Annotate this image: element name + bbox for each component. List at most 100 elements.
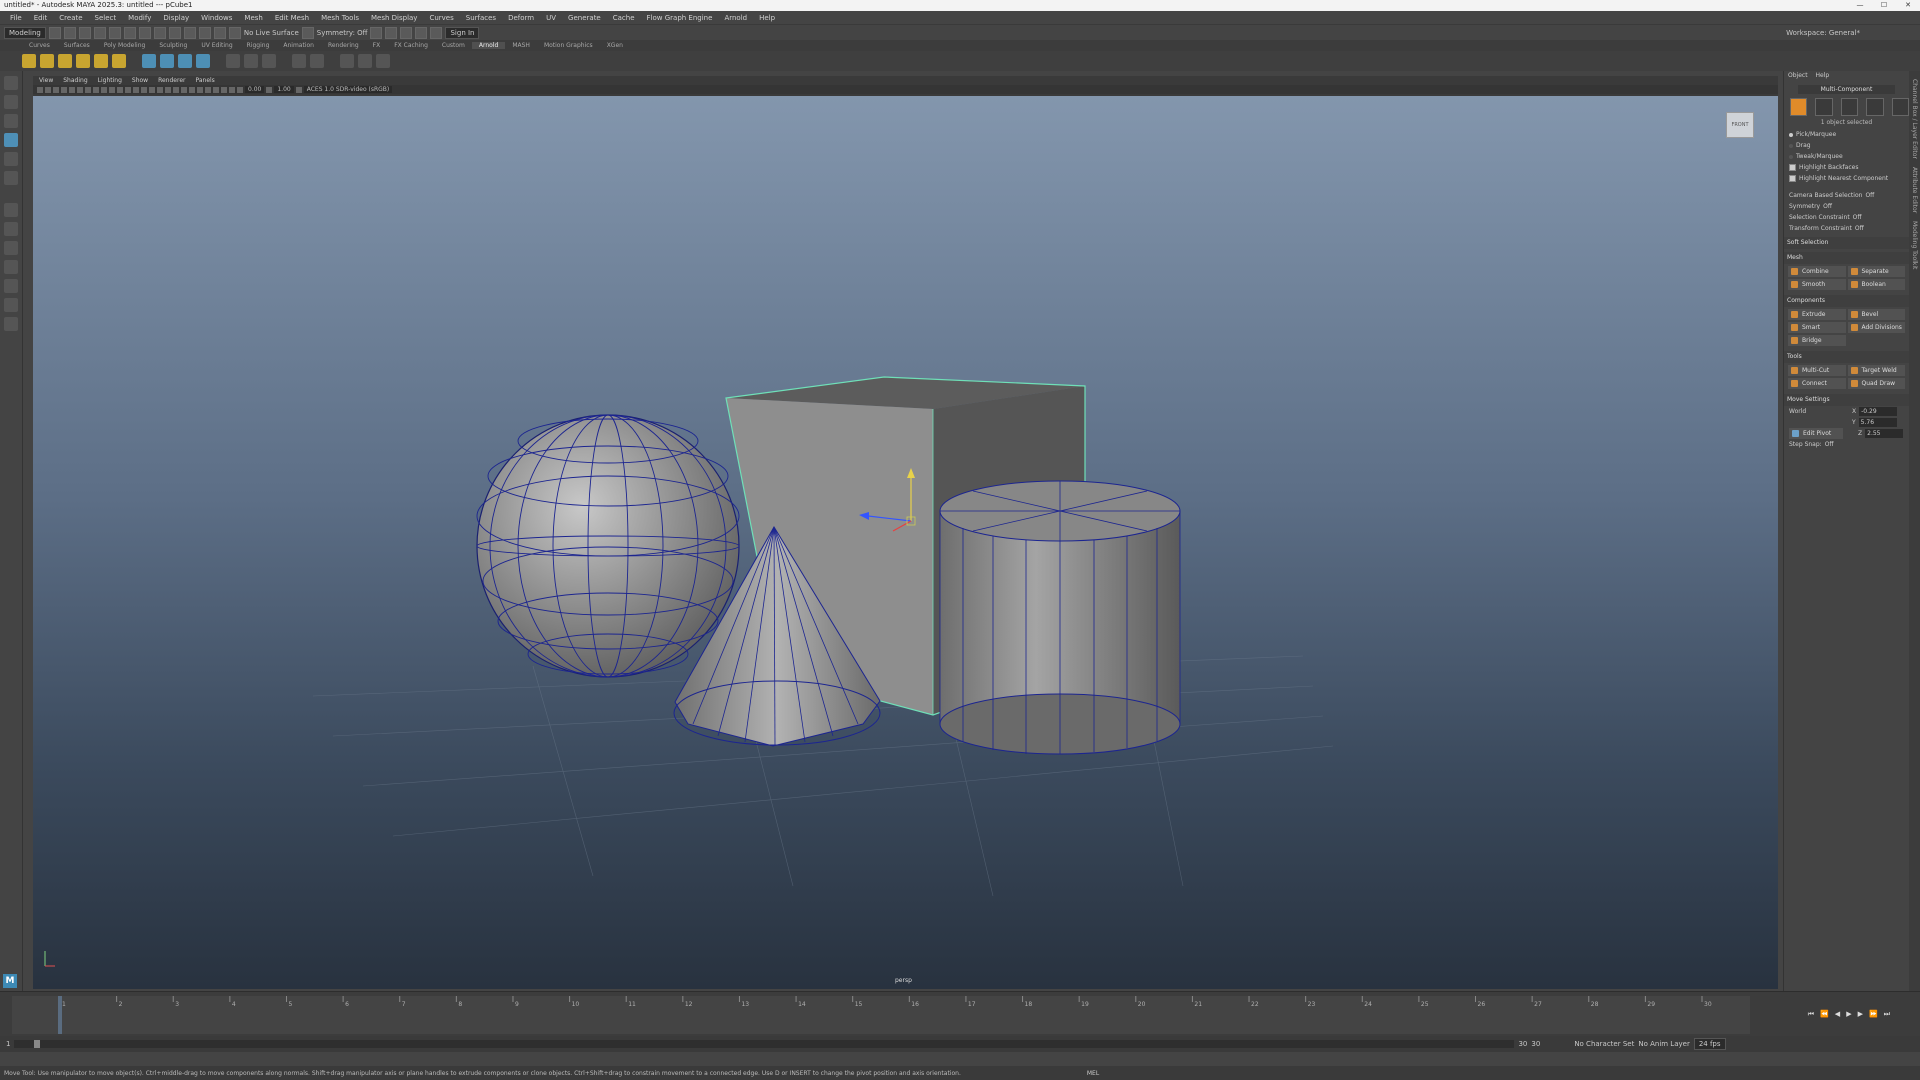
step-forward-icon[interactable]: ▶ — [1858, 1010, 1863, 1019]
menu-create[interactable]: Create — [53, 14, 88, 22]
lasso-tool-icon[interactable] — [4, 95, 18, 109]
panel-menu-renderer[interactable]: Renderer — [158, 76, 185, 85]
mesh-section[interactable]: Mesh — [1784, 252, 1909, 264]
camera-based-selection-value[interactable]: Off — [1865, 192, 1874, 199]
viewcube[interactable]: FRONT — [1726, 112, 1754, 138]
ipr-render-icon[interactable] — [385, 26, 398, 39]
bridge-button[interactable]: Bridge — [1788, 335, 1846, 346]
motion-blur-icon[interactable] — [189, 86, 195, 93]
x-field[interactable]: -0.29 — [1859, 407, 1898, 416]
sign-in-dropdown[interactable]: Sign In — [445, 26, 480, 39]
character-set-dropdown[interactable]: No Character Set — [1574, 1040, 1634, 1048]
option-drag[interactable]: Drag — [1784, 140, 1909, 151]
snap-curve-icon[interactable] — [183, 26, 196, 39]
anti-aliasing-icon[interactable] — [197, 86, 203, 93]
panel-menu-panels[interactable]: Panels — [195, 76, 214, 85]
image-plane-icon[interactable] — [61, 86, 67, 93]
select-hierarchy-icon[interactable] — [123, 26, 136, 39]
smooth-shade-icon[interactable] — [141, 86, 147, 93]
snap-point-icon[interactable] — [198, 26, 211, 39]
2d-pan-zoom-icon[interactable] — [69, 86, 75, 93]
gate-mask-icon[interactable] — [109, 86, 115, 93]
arnold-render-icon[interactable] — [430, 26, 443, 39]
panel-menu-show[interactable]: Show — [132, 76, 148, 85]
render-sequence-icon[interactable] — [358, 54, 372, 68]
menu-flow-graph-engine[interactable]: Flow Graph Engine — [641, 14, 719, 22]
select-tool-icon[interactable] — [4, 76, 18, 90]
option-tweak-marquee[interactable]: Tweak/Marquee — [1784, 151, 1909, 162]
show-manipulator-icon[interactable] — [4, 203, 18, 217]
camera-attributes-icon[interactable] — [45, 86, 51, 93]
range-end2-field[interactable]: 30 — [1531, 1040, 1540, 1048]
isolate-select-icon[interactable] — [213, 86, 219, 93]
gamma-field[interactable]: 1.00 — [274, 86, 294, 93]
shelf-tab-motion-graphics[interactable]: Motion Graphics — [537, 42, 600, 49]
edge-mode-icon[interactable] — [1840, 98, 1859, 116]
minimize-button[interactable]: — — [1848, 0, 1872, 11]
move-tool-icon[interactable] — [4, 133, 18, 147]
mel-command-line[interactable]: MEL — [1087, 1070, 1099, 1077]
menu-edit-mesh[interactable]: Edit Mesh — [269, 14, 315, 22]
y-field[interactable]: 5.76 — [1858, 418, 1897, 427]
panel-menu-lighting[interactable]: Lighting — [98, 76, 122, 85]
time-slider[interactable]: 1 2 3 4 5 6 7 8 9 10 11 12 13 14 15 16 17 18 19 20 21 22 23 24 2… — [0, 991, 1920, 1036]
menu-mesh-display[interactable]: Mesh Display — [365, 14, 423, 22]
option-pick-marquee[interactable]: Pick/Marquee — [1784, 129, 1909, 140]
radio-icon[interactable] — [1789, 143, 1793, 148]
step-forward-key-icon[interactable]: ⏩ — [1869, 1010, 1878, 1019]
boolean-button[interactable]: Boolean — [1847, 279, 1905, 290]
maximize-button[interactable]: ☐ — [1872, 0, 1896, 11]
play-forward-icon[interactable]: ▶ — [1846, 1010, 1851, 1019]
exposure-icon[interactable] — [237, 86, 243, 93]
export-ass-icon[interactable] — [292, 54, 306, 68]
face-mode-icon[interactable] — [1866, 98, 1884, 116]
skydome-light-icon[interactable] — [58, 54, 72, 68]
live-surface-icon[interactable] — [228, 26, 241, 39]
go-to-end-icon[interactable]: ⏭ — [1884, 1010, 1890, 1019]
redo-icon[interactable] — [108, 26, 121, 39]
grid-icon[interactable] — [85, 86, 91, 93]
components-section[interactable]: Components — [1784, 295, 1909, 307]
range-end-field[interactable]: 30 — [1518, 1040, 1527, 1048]
menu-surfaces[interactable]: Surfaces — [460, 14, 502, 22]
open-scene-icon[interactable] — [63, 26, 76, 39]
step-snap-value[interactable]: Off — [1825, 441, 1834, 448]
modeling-toolkit-tab[interactable]: Modeling Toolkit — [1911, 221, 1918, 269]
shelf-tab-uv-editing[interactable]: UV Editing — [194, 42, 239, 49]
wireframe-icon[interactable] — [133, 86, 139, 93]
shelf-tab-surfaces[interactable]: Surfaces — [57, 42, 97, 49]
light-manager-icon[interactable] — [244, 54, 258, 68]
resolution-gate-icon[interactable] — [101, 86, 107, 93]
edit-pivot-button[interactable]: Edit Pivot — [1789, 428, 1843, 439]
exposure-field[interactable]: 0.00 — [245, 86, 265, 93]
playblast-icon[interactable] — [340, 54, 354, 68]
close-button[interactable]: ✕ — [1896, 0, 1920, 11]
render-icon[interactable] — [370, 26, 383, 39]
rotate-tool-icon[interactable] — [4, 152, 18, 166]
add-divisions-button[interactable]: Add Divisions — [1847, 322, 1905, 333]
four-view-layout-icon[interactable] — [4, 241, 18, 255]
smooth-button[interactable]: Smooth — [1788, 279, 1846, 290]
shadows-icon[interactable] — [173, 86, 179, 93]
symmetry-icon[interactable] — [301, 26, 314, 39]
range-start-field[interactable]: 1 — [6, 1040, 10, 1048]
panel-menu-view[interactable]: View — [39, 76, 53, 85]
soft-selection-section[interactable]: Soft Selection — [1784, 237, 1909, 249]
graph-editor-layout-icon[interactable] — [4, 298, 18, 312]
target-weld-button[interactable]: Target Weld — [1847, 365, 1905, 376]
tab-object[interactable]: Object — [1788, 71, 1808, 81]
snap-grid-icon[interactable] — [168, 26, 181, 39]
z-field[interactable]: 2.55 — [1865, 429, 1904, 438]
menu-modify[interactable]: Modify — [122, 14, 157, 22]
area-light-icon[interactable] — [40, 54, 54, 68]
quad-draw-button[interactable]: Quad Draw — [1847, 378, 1905, 389]
uv-mode-icon[interactable] — [1891, 98, 1910, 116]
photometric-light-icon[interactable] — [94, 54, 108, 68]
curve-collector-icon[interactable] — [178, 54, 192, 68]
flush-cache-icon[interactable] — [226, 54, 240, 68]
step-back-key-icon[interactable]: ⏪ — [1820, 1010, 1829, 1019]
workspace-dropdown[interactable]: Workspace: General* — [1786, 29, 1860, 37]
menu-edit[interactable]: Edit — [28, 14, 54, 22]
separate-button[interactable]: Separate — [1847, 266, 1905, 277]
colorspace-dropdown[interactable]: ACES 1.0 SDR-video (sRGB) — [303, 86, 393, 93]
